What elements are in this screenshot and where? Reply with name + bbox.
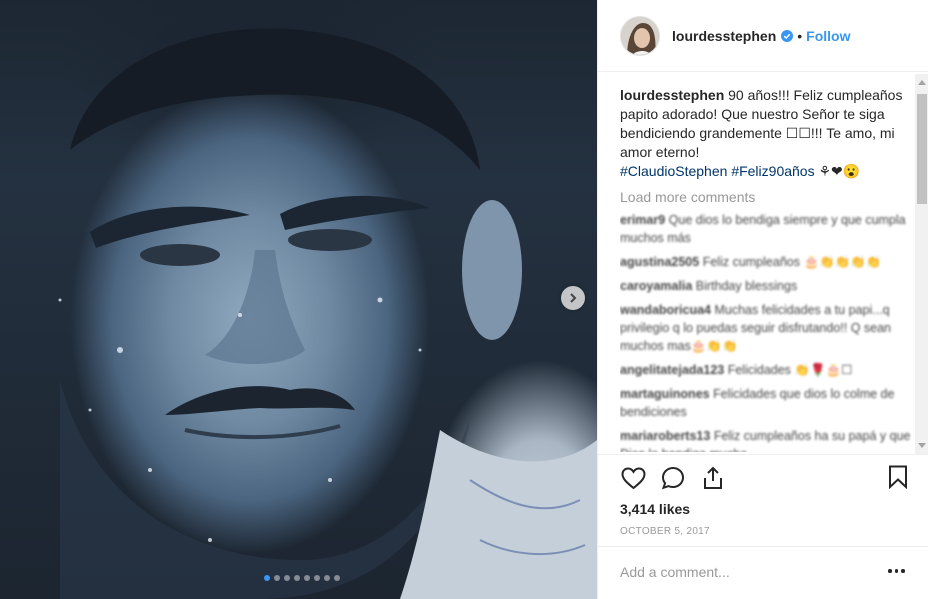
mustache bbox=[165, 386, 355, 415]
carousel-dot-active bbox=[264, 575, 270, 581]
comment-text: Feliz cumpleaños 🎂👏👏👏👏 bbox=[702, 255, 882, 269]
comment-input[interactable] bbox=[620, 561, 860, 583]
heart-icon bbox=[620, 466, 646, 489]
portrait-illustration bbox=[58, 28, 597, 599]
post-side-panel: lourdesstephen • Follow lourdesstephen 9… bbox=[597, 0, 928, 599]
carousel-dot bbox=[314, 575, 320, 581]
nose-shadow bbox=[205, 250, 305, 365]
right-eye bbox=[288, 229, 372, 251]
add-comment-bar bbox=[598, 546, 928, 599]
avatar[interactable] bbox=[620, 15, 660, 56]
caption: lourdesstephen 90 años!!! Feliz cumpleañ… bbox=[620, 86, 916, 181]
scrollbar-thumb[interactable] bbox=[917, 94, 927, 204]
left-eye bbox=[140, 244, 220, 266]
likes-count[interactable]: 3,414 likes bbox=[620, 501, 690, 517]
scroll-up-arrow-icon[interactable] bbox=[918, 80, 926, 85]
carousel-indicator bbox=[264, 575, 340, 581]
comment-username[interactable]: agustina2505 bbox=[620, 255, 699, 269]
bookmark-icon bbox=[889, 465, 907, 490]
header-separator: • bbox=[797, 27, 803, 44]
comment-item: caroyamalia Birthday blessings bbox=[620, 277, 916, 295]
comment-item: wandaboricua4 Muchas felicidades a tu pa… bbox=[620, 301, 916, 355]
comment-text: Birthday blessings bbox=[695, 279, 798, 293]
comments-scrollbar[interactable] bbox=[915, 74, 928, 454]
more-options-icon[interactable] bbox=[888, 565, 906, 577]
carousel-dot bbox=[324, 575, 330, 581]
save-button[interactable] bbox=[888, 465, 910, 491]
comment-item: erimar9 Que dios lo bendiga siempre y qu… bbox=[620, 211, 916, 247]
scroll-down-arrow-icon[interactable] bbox=[918, 443, 926, 448]
comments-list[interactable]: lourdesstephen 90 años!!! Feliz cumpleañ… bbox=[620, 86, 916, 452]
comment-username[interactable]: angelitatejada123 bbox=[620, 363, 724, 377]
shirt-collar bbox=[400, 430, 597, 599]
mouth-line bbox=[184, 424, 341, 440]
carousel-dot bbox=[334, 575, 340, 581]
share-button[interactable] bbox=[700, 465, 726, 491]
caption-emoji: ⚘❤😮 bbox=[818, 163, 861, 179]
carousel-dot bbox=[304, 575, 310, 581]
comment-username[interactable]: martaguinones bbox=[620, 387, 710, 401]
comment-text: Felicidades 👏🌹🎂☐ bbox=[727, 363, 853, 377]
carousel-dot bbox=[294, 575, 300, 581]
comment-item: agustina2505 Feliz cumpleaños 🎂👏👏👏👏 bbox=[620, 253, 916, 271]
post-header: lourdesstephen • Follow bbox=[598, 0, 928, 72]
post-photo bbox=[0, 0, 597, 599]
comment-username[interactable]: erimar9 bbox=[620, 213, 665, 227]
comment-item: mariaroberts13 Feliz cumpleaños ha su pa… bbox=[620, 427, 916, 452]
follow-button[interactable]: Follow bbox=[806, 28, 850, 44]
comment-username[interactable]: wandaboricua4 bbox=[620, 303, 711, 317]
jaw-shadow bbox=[60, 380, 470, 599]
share-icon bbox=[704, 466, 722, 489]
carousel-dot bbox=[274, 575, 280, 581]
dot bbox=[901, 569, 905, 573]
action-icons bbox=[620, 465, 726, 491]
avatar-image bbox=[621, 16, 659, 55]
hair-shape bbox=[70, 28, 480, 170]
comment-button[interactable] bbox=[660, 465, 686, 491]
load-more-comments-button[interactable]: Load more comments bbox=[620, 189, 916, 205]
verified-badge-icon bbox=[781, 29, 794, 42]
comment-item: martaguinones Felicidades que dios lo co… bbox=[620, 385, 916, 421]
next-slide-button[interactable] bbox=[561, 286, 585, 310]
comment-username[interactable]: mariaroberts13 bbox=[620, 429, 710, 443]
hashtag-link[interactable]: #Feliz90años bbox=[731, 163, 814, 179]
dot bbox=[894, 569, 898, 573]
comment-icon bbox=[661, 466, 685, 490]
chevron-right-icon bbox=[570, 293, 577, 303]
post-date[interactable]: October 5, 2017 bbox=[620, 526, 710, 537]
right-eyebrow bbox=[280, 195, 430, 230]
caption-username[interactable]: lourdesstephen bbox=[620, 87, 724, 103]
comment-item: angelitatejada123 Felicidades 👏🌹🎂☐ bbox=[620, 361, 916, 379]
header-username[interactable]: lourdesstephen bbox=[672, 28, 776, 44]
like-button[interactable] bbox=[620, 465, 646, 491]
carousel-dot bbox=[284, 575, 290, 581]
left-eyebrow bbox=[90, 206, 250, 248]
comment-username[interactable]: caroyamalia bbox=[620, 279, 692, 293]
hashtag-link[interactable]: #ClaudioStephen bbox=[620, 163, 727, 179]
ear-shape bbox=[462, 200, 522, 340]
dot bbox=[888, 569, 892, 573]
